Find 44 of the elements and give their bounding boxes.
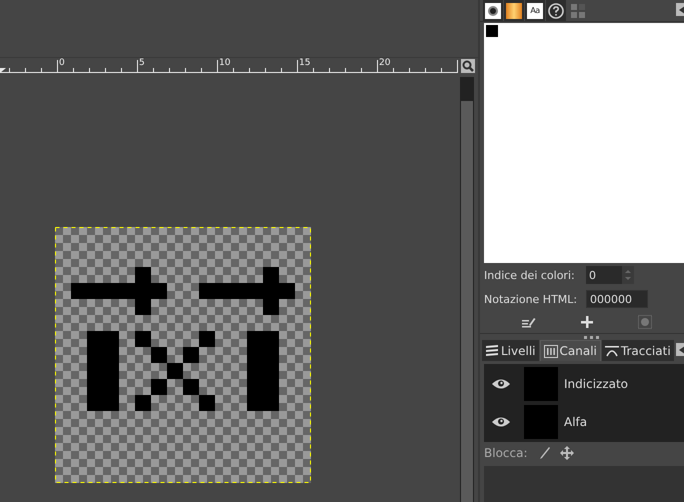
channel-name: Alfa <box>564 415 588 429</box>
delete-color-icon[interactable] <box>638 315 652 329</box>
ruler-label: 5 <box>139 58 145 68</box>
path-curve-icon <box>604 344 619 357</box>
grip-icon[interactable] <box>584 336 600 338</box>
triangle-left-icon <box>678 6 684 14</box>
channel-row[interactable]: Indicizzato <box>484 365 684 403</box>
color-index-field[interactable]: 0 <box>586 266 634 284</box>
spin-arrows-icon <box>623 268 633 282</box>
channel-row[interactable]: Alfa <box>484 403 684 441</box>
html-notation-field[interactable]: 000000 <box>586 290 648 308</box>
dock-tab[interactable]: Livelli <box>482 340 539 361</box>
triangle-left-icon <box>678 346 684 354</box>
channel-thumbnail <box>524 367 558 401</box>
channels-icon <box>544 344 558 358</box>
layers-icon <box>485 344 499 357</box>
move-arrows-icon[interactable] <box>560 446 574 460</box>
dock-tab[interactable]: Tracciati <box>602 340 674 361</box>
gradient-icon <box>506 2 522 18</box>
scrollbar[interactable] <box>460 77 474 502</box>
plus-icon[interactable] <box>581 316 594 328</box>
zoom-button[interactable] <box>461 59 475 73</box>
dock-tab[interactable] <box>504 0 524 21</box>
eye-icon[interactable] <box>491 378 511 390</box>
dock-tab[interactable]: Canali <box>540 340 601 361</box>
magnifier-icon <box>462 60 474 72</box>
channel-thumbnail <box>524 405 558 439</box>
dock-tab[interactable] <box>546 0 566 21</box>
field-label: Notazione HTML: <box>484 292 578 306</box>
dock-tab[interactable] <box>483 0 503 21</box>
eye-icon[interactable] <box>491 416 511 428</box>
ruler-label: 10 <box>219 58 230 68</box>
lock-label: Blocca: <box>484 446 528 460</box>
channel-name: Indicizzato <box>564 377 628 391</box>
ruler-label: 15 <box>299 58 310 68</box>
edit-icon[interactable] <box>522 316 536 328</box>
color-swatch[interactable] <box>486 25 498 37</box>
palette-grid-icon <box>570 2 586 18</box>
field-label: Indice dei colori: <box>484 268 576 282</box>
brush-dot-icon <box>485 2 501 18</box>
brush-icon[interactable] <box>538 446 550 460</box>
ruler-label: 20 <box>379 58 390 68</box>
help-icon <box>548 2 564 18</box>
ruler-label: 0 <box>59 58 65 68</box>
